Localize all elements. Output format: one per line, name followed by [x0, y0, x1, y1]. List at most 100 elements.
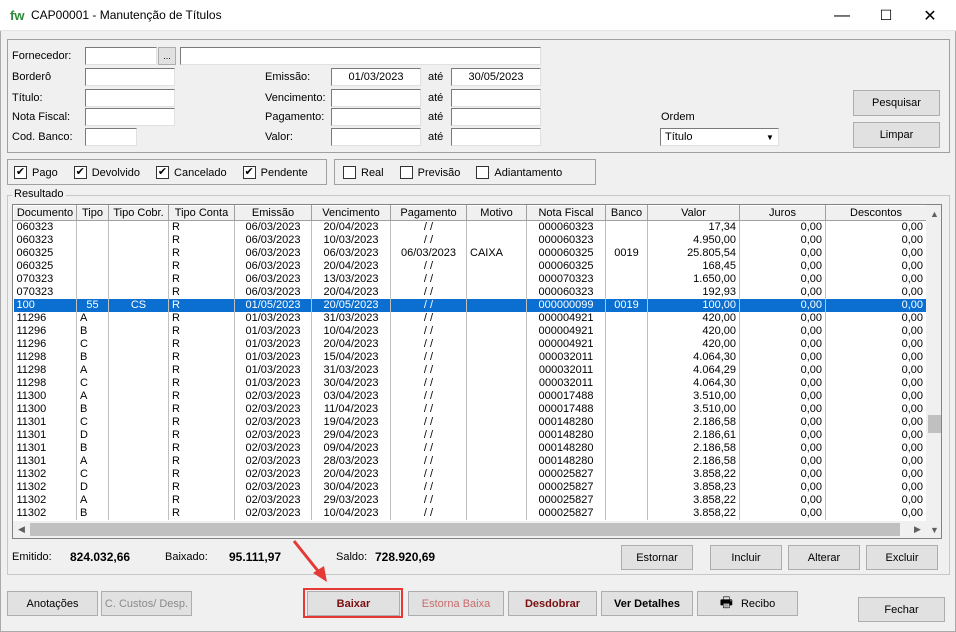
ordem-select[interactable]: Título ▼: [660, 128, 779, 146]
scroll-right-icon[interactable]: ▶: [909, 521, 926, 538]
emissao-to-input[interactable]: 30/05/2023: [451, 68, 541, 86]
scroll-thumb[interactable]: [928, 415, 941, 433]
maximize-button[interactable]: ☐: [863, 0, 909, 31]
column-header[interactable]: Nota Fiscal: [526, 205, 606, 221]
table-row[interactable]: 11296 C R 01/03/2023 20/04/2023/ / 000004921 4…: [13, 337, 927, 351]
vencimento-from-input[interactable]: [331, 89, 421, 107]
table-row[interactable]: 11298 B R 01/03/2023 15/04/2023/ / 000032011 4…: [13, 350, 927, 364]
column-header[interactable]: Vencimento: [311, 205, 391, 221]
table-row[interactable]: 060325 R 06/03/2023 06/03/2023 06/03/2023 CAI…: [13, 246, 927, 260]
fechar-button[interactable]: Fechar: [858, 597, 945, 622]
pagamento-from-input[interactable]: [331, 108, 421, 126]
status-checkbox-3[interactable]: ✔ Pendente: [242, 166, 308, 179]
checkmark-icon[interactable]: ✔: [73, 166, 87, 179]
column-header[interactable]: Valor: [647, 205, 740, 221]
anotacoes-button[interactable]: Anotações: [7, 591, 98, 616]
checkbox-icon[interactable]: [399, 166, 413, 179]
table-row[interactable]: 11296 B R 01/03/2023 10/04/2023/ / 000004921 4…: [13, 324, 927, 338]
table-row[interactable]: 11298 C R 01/03/2023 30/04/2023/ / 000032011 4…: [13, 376, 927, 390]
titulo-input[interactable]: [85, 89, 175, 107]
table-row[interactable]: 11301 A R 02/03/2023 28/03/2023/ / 000148280 2…: [13, 454, 927, 468]
minimize-button[interactable]: —: [819, 0, 865, 31]
table-row[interactable]: 070323 R 06/03/2023 20/04/2023/ / 000060323 1…: [13, 285, 927, 299]
scroll-left-icon[interactable]: ◀: [13, 521, 30, 538]
ver-detalhes-button[interactable]: Ver Detalhes: [601, 591, 693, 616]
column-header[interactable]: Tipo Conta: [168, 205, 235, 221]
column-header[interactable]: Tipo: [76, 205, 109, 221]
close-window-button[interactable]: ✕: [907, 0, 953, 31]
table-cell: 0,00: [825, 220, 927, 234]
checkbox-icon[interactable]: [343, 166, 356, 179]
table-row[interactable]: 11301 B R 02/03/2023 09/04/2023/ / 000148280 2…: [13, 441, 927, 455]
type-checkbox-1[interactable]: Previsão: [399, 166, 460, 179]
centro-custos-button[interactable]: C. Custos/ Desp.: [101, 591, 192, 616]
type-checkbox-label: Real: [361, 166, 384, 179]
incluir-button[interactable]: Incluir: [710, 545, 782, 570]
checkbox-icon[interactable]: [476, 166, 490, 179]
excluir-button[interactable]: Excluir: [866, 545, 938, 570]
pagamento-to-input[interactable]: [451, 108, 541, 126]
chevron-down-icon[interactable]: ▼: [763, 130, 777, 144]
status-checkbox-2[interactable]: ✔ Cancelado: [156, 166, 227, 179]
table-row[interactable]: 11300 B R 02/03/2023 11/04/2023/ / 000017488 3…: [13, 402, 927, 416]
table-row[interactable]: 11298 A R 01/03/2023 31/03/2023/ / 000032011 4…: [13, 363, 927, 377]
table-row[interactable]: 11300 A R 02/03/2023 03/04/2023/ / 000017488 3…: [13, 389, 927, 403]
checkmark-icon[interactable]: ✔: [156, 166, 170, 179]
type-checkbox-0[interactable]: Real: [343, 166, 384, 179]
status-checkbox-1[interactable]: ✔ Devolvido: [73, 166, 140, 179]
checkmark-icon[interactable]: ✔: [242, 166, 256, 179]
table-row[interactable]: 070323 R 06/03/2023 13/03/2023/ / 000070323 1…: [13, 272, 927, 286]
column-header[interactable]: Pagamento: [390, 205, 467, 221]
scroll-up-icon[interactable]: ▲: [926, 205, 941, 222]
cod-banco-input[interactable]: [85, 128, 137, 146]
hscroll-thumb[interactable]: [30, 523, 900, 536]
table-row[interactable]: 060323 R 06/03/2023 20/04/2023/ / 000060323 1…: [13, 220, 927, 234]
table-row[interactable]: 11302 A R 02/03/2023 29/03/2023/ / 000025827 3…: [13, 493, 927, 507]
table-row[interactable]: 11302 D R 02/03/2023 30/04/2023/ / 000025827 3…: [13, 480, 927, 494]
table-row[interactable]: 11302 C R 02/03/2023 20/04/2023/ / 000025827 3…: [13, 467, 927, 481]
column-header[interactable]: Tipo Cobr.: [108, 205, 169, 221]
fornecedor-lookup-button[interactable]: ...: [158, 47, 176, 65]
column-header[interactable]: Descontos: [825, 205, 927, 221]
column-header[interactable]: Motivo: [466, 205, 527, 221]
fornecedor-name-input[interactable]: [180, 47, 541, 65]
valor-to-input[interactable]: [451, 128, 541, 146]
table-row[interactable]: 060325 R 06/03/2023 20/04/2023/ / 000060325 1…: [13, 259, 927, 273]
column-header[interactable]: Juros: [739, 205, 826, 221]
checkmark-icon[interactable]: ✔: [14, 166, 27, 179]
fornecedor-code-input[interactable]: [85, 47, 157, 65]
table-cell: [466, 480, 527, 494]
table-row[interactable]: 11301 D R 02/03/2023 29/04/2023/ / 000148280 2…: [13, 428, 927, 442]
status-checkbox-label: Cancelado: [174, 166, 227, 179]
table-row[interactable]: 11302 B R 02/03/2023 10/04/2023/ / 000025827 3…: [13, 506, 927, 520]
emissao-from-input[interactable]: 01/03/2023: [331, 68, 421, 86]
column-header[interactable]: Emissão: [234, 205, 312, 221]
grid-vertical-scrollbar[interactable]: ▲ ▼: [926, 205, 941, 538]
recibo-button[interactable]: 🖶 Recibo: [697, 591, 798, 616]
column-header[interactable]: Documento: [13, 205, 77, 221]
pesquisar-button[interactable]: Pesquisar: [853, 90, 940, 116]
table-cell: 0,00: [825, 259, 927, 273]
grid-horizontal-scrollbar[interactable]: ◀ ▶: [13, 521, 926, 538]
scroll-down-icon[interactable]: ▼: [926, 521, 941, 538]
bordero-input[interactable]: [85, 68, 175, 86]
table-row[interactable]: 100 55 CS R 01/05/2023 20/05/2023/ / 000000099…: [13, 298, 927, 312]
table-cell: [108, 337, 169, 351]
status-checkbox-0[interactable]: ✔ Pago: [14, 166, 58, 179]
table-row[interactable]: 11296 A R 01/03/2023 31/03/2023/ / 000004921 4…: [13, 311, 927, 325]
titles-grid[interactable]: Documento Tipo Tipo Cobr. Tipo Conta Emissão…: [12, 204, 942, 539]
type-checkbox-2[interactable]: Adiantamento: [476, 166, 562, 179]
estornar-button[interactable]: Estornar: [621, 545, 693, 570]
table-row[interactable]: 11301 C R 02/03/2023 19/04/2023/ / 000148280 2…: [13, 415, 927, 429]
table-row[interactable]: 060323 R 06/03/2023 10/03/2023/ / 000060323 4…: [13, 233, 927, 247]
table-cell: 0,00: [825, 337, 927, 351]
column-header[interactable]: Banco: [605, 205, 648, 221]
estorna-baixa-button[interactable]: Estorna Baixa: [408, 591, 504, 616]
vencimento-to-input[interactable]: [451, 89, 541, 107]
valor-from-input[interactable]: [331, 128, 421, 146]
desdobrar-button[interactable]: Desdobrar: [508, 591, 597, 616]
alterar-button[interactable]: Alterar: [788, 545, 860, 570]
limpar-button[interactable]: Limpar: [853, 122, 940, 148]
table-cell: 4.950,00: [647, 233, 740, 247]
nota-fiscal-input[interactable]: [85, 108, 175, 126]
